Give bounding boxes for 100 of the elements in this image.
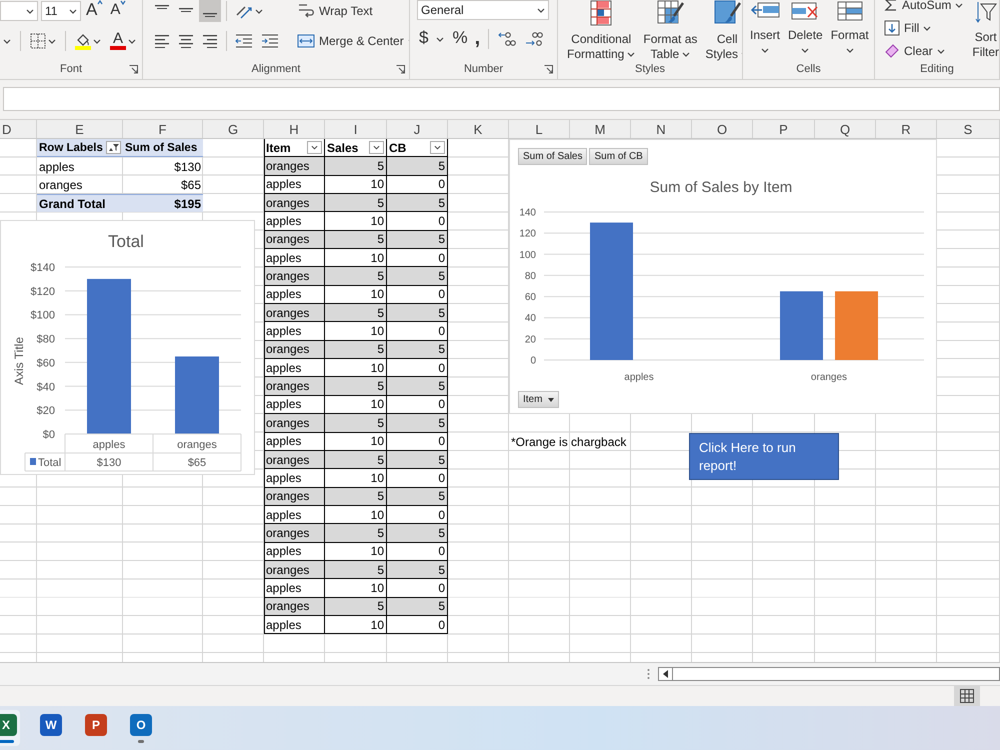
- dialog-launcher-icon[interactable]: [129, 65, 138, 74]
- column-header[interactable]: M: [570, 120, 631, 138]
- table-cell: apples: [264, 616, 325, 634]
- fill-button[interactable]: Fill: [881, 17, 966, 39]
- filter-button[interactable]: [106, 141, 121, 154]
- table-cell: oranges: [264, 340, 325, 360]
- align-lines-icon: [202, 35, 218, 48]
- wrap-text-button[interactable]: Wrap Text: [294, 0, 409, 22]
- decimal-arrows-icon: [525, 31, 544, 47]
- autosum-button[interactable]: AutoSum: [881, 0, 966, 16]
- percent-button[interactable]: %: [450, 28, 470, 50]
- styles-button[interactable]: Format as Table: [640, 0, 700, 62]
- table-cell: oranges: [264, 194, 325, 212]
- font-name-field[interactable]: [0, 1, 38, 21]
- taskbar-app-button[interactable]: O: [127, 710, 155, 746]
- field-button[interactable]: Sum of CB: [589, 148, 648, 165]
- table-cell: 5: [325, 304, 387, 322]
- column-header[interactable]: F: [123, 120, 203, 138]
- table-cell: apples: [264, 176, 325, 194]
- caret-icon: [3, 38, 11, 44]
- axis-label: 100: [519, 250, 536, 261]
- note-text: *Orange is chargback: [510, 434, 628, 451]
- number-format-field[interactable]: General: [417, 0, 549, 20]
- comma-style-button[interactable]: ,: [472, 28, 482, 50]
- bar: [835, 291, 878, 360]
- caret-icon: [761, 48, 769, 53]
- clear-button[interactable]: Clear: [881, 40, 966, 62]
- table-cell: 10: [325, 542, 387, 561]
- category-label: apples: [624, 372, 654, 383]
- column-header[interactable]: H: [264, 120, 325, 138]
- sort-filter-button[interactable]: Sort Filter: [972, 0, 999, 62]
- run-report-button[interactable]: Click Here to run report!: [689, 433, 839, 480]
- merge-center-button[interactable]: Merge & Center: [294, 30, 409, 52]
- column-header[interactable]: D: [0, 120, 37, 138]
- column-header[interactable]: N: [631, 120, 692, 138]
- table-cell: 0: [387, 286, 448, 304]
- styles-button[interactable]: Conditional Formatting: [564, 0, 638, 62]
- delete-cells-icon: [790, 0, 820, 22]
- field-button[interactable]: Sum of Sales: [518, 148, 588, 165]
- filter-button[interactable]: [369, 141, 384, 154]
- filter-button[interactable]: [307, 141, 322, 154]
- table-cell: 10: [325, 249, 387, 268]
- pivot-cell-text: oranges: [38, 176, 84, 194]
- column-header[interactable]: G: [203, 120, 264, 138]
- table-cell: oranges: [264, 157, 325, 176]
- pivot-cell-text: $130: [173, 158, 202, 176]
- column-header[interactable]: L: [509, 120, 570, 138]
- cells-button[interactable]: Format: [828, 0, 872, 62]
- column-header[interactable]: E: [37, 120, 123, 138]
- column-header[interactable]: P: [753, 120, 815, 138]
- column-header[interactable]: S: [937, 120, 1000, 138]
- column-header[interactable]: O: [692, 120, 753, 138]
- table-cell: 10: [325, 469, 387, 488]
- horizontal-scrollbar[interactable]: [658, 667, 1000, 681]
- field-button[interactable]: Item: [518, 391, 560, 408]
- column-header[interactable]: Q: [815, 120, 876, 138]
- formula-bar-field[interactable]: [3, 87, 1000, 111]
- pivot-cell-text: apples: [38, 158, 76, 176]
- table-cell: 5: [325, 488, 387, 506]
- table-cell: oranges: [264, 230, 325, 250]
- table-cell: apples: [264, 212, 325, 231]
- taskbar-app-button[interactable]: X: [0, 710, 20, 746]
- pivot-header-label: Row Labels: [39, 142, 103, 154]
- vertical-align-button[interactable]: [199, 0, 221, 22]
- column-header[interactable]: K: [448, 120, 509, 138]
- table-cell: 5: [325, 560, 387, 580]
- cells-button[interactable]: Delete: [785, 0, 826, 62]
- axis-label: 20: [524, 334, 536, 346]
- dialog-launcher-icon[interactable]: [396, 65, 405, 74]
- column-header[interactable]: I: [325, 120, 387, 138]
- table-cell: 5: [325, 194, 387, 212]
- styles-button[interactable]: Cell Styles: [702, 0, 742, 62]
- cells-button[interactable]: Insert: [747, 0, 784, 62]
- font-size-field[interactable]: 11: [41, 1, 81, 21]
- table-cell: 5: [325, 267, 387, 286]
- caret-icon: [128, 38, 136, 44]
- caret-icon: [373, 145, 380, 150]
- taskbar-app-button[interactable]: P: [82, 710, 110, 746]
- taskbar-app-button[interactable]: W: [37, 710, 65, 746]
- table-cell: apples: [264, 506, 325, 524]
- column-header[interactable]: J: [387, 120, 448, 138]
- caret-icon: [801, 48, 810, 53]
- dialog-launcher-icon[interactable]: [544, 65, 553, 74]
- data-table-cell: $65: [188, 457, 206, 469]
- normal-view-button[interactable]: [954, 686, 980, 706]
- filter-button[interactable]: [430, 141, 445, 154]
- font-color-button[interactable]: A: [107, 30, 139, 52]
- table-cell: oranges: [264, 414, 325, 432]
- table-cell: apples: [264, 432, 325, 451]
- shrink-font-button[interactable]: A: [108, 0, 128, 22]
- column-header[interactable]: R: [876, 120, 937, 138]
- borders-icon: [30, 33, 46, 49]
- splitter-handle-icon: [647, 668, 650, 680]
- currency-button[interactable]: $: [417, 28, 430, 50]
- sigma-icon: [884, 0, 898, 12]
- grow-font-button[interactable]: A: [84, 0, 106, 22]
- table-cell: oranges: [264, 524, 325, 543]
- legend-key: [30, 458, 36, 465]
- caret-icon: [846, 48, 854, 53]
- table-cell: 0: [387, 249, 448, 268]
